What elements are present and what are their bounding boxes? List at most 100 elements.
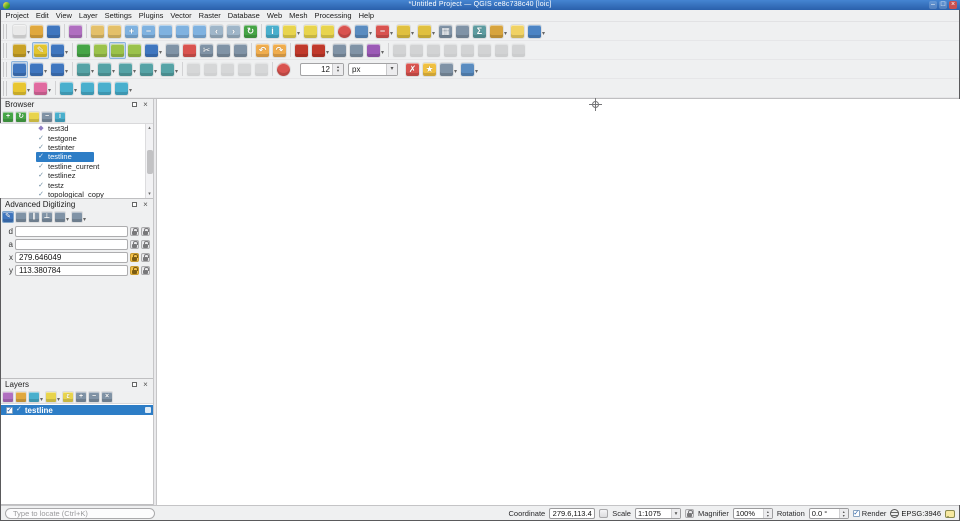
zoom-next-icon[interactable]: ›	[225, 23, 242, 40]
size-spinbox[interactable]: 12 ▴▾	[300, 63, 344, 76]
statistical-summary-icon[interactable]: Σ	[471, 23, 488, 40]
processing-options-icon[interactable]	[353, 23, 374, 40]
magnifier-spinbox[interactable]: 100% ▴▾	[733, 508, 773, 519]
menu-mesh[interactable]: Mesh	[286, 10, 311, 21]
move-feature-icon[interactable]	[185, 61, 202, 78]
layer-diagram-icon[interactable]	[32, 80, 53, 97]
add-record-icon[interactable]	[75, 42, 92, 59]
field-calculator-icon[interactable]	[454, 23, 471, 40]
snapping-on-intersection-icon[interactable]	[348, 42, 365, 59]
vertex-tool-icon[interactable]	[143, 42, 164, 59]
close-panel-icon[interactable]: ×	[141, 380, 150, 389]
cancel-shape-icon[interactable]: ✗	[404, 61, 421, 78]
float-panel-icon[interactable]	[130, 380, 139, 389]
menu-project[interactable]: Project	[2, 10, 32, 21]
undo-icon[interactable]: ↶	[254, 42, 271, 59]
browser-scrollbar[interactable]: ▴ ▾	[145, 124, 153, 198]
map-canvas[interactable]	[157, 99, 960, 505]
rotate-feature-icon[interactable]	[476, 42, 493, 59]
select-by-value-icon[interactable]	[302, 23, 319, 40]
scrollbar-thumb[interactable]	[147, 150, 153, 174]
add-point-feature-icon[interactable]	[92, 42, 109, 59]
add-line-feature-icon[interactable]	[109, 42, 126, 59]
pan-map-icon[interactable]	[89, 23, 106, 40]
repeat-lock-y-icon[interactable]	[141, 266, 150, 275]
scale-lock-icon[interactable]	[685, 509, 694, 518]
circle-tool-icon[interactable]	[96, 61, 117, 78]
favorites-icon[interactable]: ★	[421, 61, 438, 78]
style-manager-icon[interactable]	[67, 23, 84, 40]
refresh-browser-icon[interactable]: ↻	[15, 111, 27, 123]
zoom-in-icon[interactable]: +	[123, 23, 140, 40]
deselect-all-icon[interactable]	[319, 23, 336, 40]
clear-results-icon[interactable]: −	[374, 23, 395, 40]
paste-features-icon[interactable]	[232, 42, 249, 59]
redo-icon[interactable]: ↷	[271, 42, 288, 59]
select-by-radius-icon[interactable]	[416, 23, 437, 40]
select-features-icon[interactable]	[281, 23, 302, 40]
y-input[interactable]: 113.380784	[15, 265, 128, 276]
svg-annotation-icon[interactable]	[113, 80, 134, 97]
menu-help[interactable]: Help	[355, 10, 377, 21]
toggle-editing-icon[interactable]: ✎	[32, 42, 49, 59]
regular-polygon-icon[interactable]	[159, 61, 180, 78]
stream-digitizing-icon[interactable]	[49, 61, 70, 78]
scale-combo[interactable]: 1:1075 ▾	[635, 508, 681, 519]
collapse-all-layers-icon[interactable]: −	[88, 391, 100, 403]
digitize-with-curve-icon[interactable]	[28, 61, 49, 78]
open-layer-styling-icon[interactable]	[2, 391, 14, 403]
map-tips-icon[interactable]	[509, 23, 526, 40]
locator-input[interactable]	[5, 508, 155, 519]
filter-browser-icon[interactable]	[28, 111, 40, 123]
minimize-icon[interactable]: –	[929, 1, 937, 9]
angle-input[interactable]	[15, 239, 128, 250]
maximize-icon[interactable]: □	[939, 1, 947, 9]
close-icon[interactable]: ×	[949, 1, 957, 9]
more-digitizing-tools-icon[interactable]	[459, 61, 480, 78]
snapping-type-icon[interactable]	[310, 42, 331, 59]
close-panel-icon[interactable]: ×	[141, 100, 150, 109]
digitize-with-segment-icon[interactable]	[11, 61, 28, 78]
dropdown-caret-icon[interactable]: ▾	[671, 509, 680, 518]
layer-visibility-checkbox[interactable]: ✓	[6, 407, 13, 414]
refresh-map-icon[interactable]: ↻	[242, 23, 259, 40]
zoom-full-icon[interactable]	[157, 23, 174, 40]
repeat-lock-angle-icon[interactable]	[141, 240, 150, 249]
zoom-last-icon[interactable]: ‹	[208, 23, 225, 40]
menu-layer[interactable]: Layer	[75, 10, 101, 21]
delete-selected-icon[interactable]	[181, 42, 198, 59]
new-project-icon[interactable]	[11, 23, 28, 40]
float-panel-icon[interactable]	[130, 200, 139, 209]
menu-settings[interactable]: Settings	[101, 10, 135, 21]
trim-extend-icon[interactable]	[236, 61, 253, 78]
parallel-constraint-icon[interactable]: ∥	[28, 211, 40, 223]
menu-view[interactable]: View	[52, 10, 75, 21]
cut-features-icon[interactable]: ✂	[198, 42, 215, 59]
enable-tracing-icon[interactable]	[365, 42, 386, 59]
open-project-icon[interactable]	[28, 23, 45, 40]
merge-features-icon[interactable]	[459, 42, 476, 59]
open-attribute-table-icon[interactable]: ▦	[437, 23, 454, 40]
remove-layer-icon[interactable]: ×	[101, 391, 113, 403]
extents-toggle-icon[interactable]	[599, 509, 608, 518]
add-polygon-feature-icon[interactable]	[126, 42, 143, 59]
repeat-lock-x-icon[interactable]	[141, 253, 150, 262]
enable-snapping-icon[interactable]	[293, 42, 310, 59]
browser-item-test3d[interactable]: ◆ test3d	[0, 124, 145, 133]
identify-features-icon[interactable]: i	[264, 23, 281, 40]
messages-icon[interactable]	[945, 510, 955, 518]
lock-angle-icon[interactable]	[130, 240, 139, 249]
zoom-to-layer-icon[interactable]	[191, 23, 208, 40]
close-panel-icon[interactable]: ×	[141, 200, 150, 209]
unit-combo[interactable]: px ▾	[348, 63, 398, 76]
current-edits-icon[interactable]	[11, 42, 32, 59]
filter-by-expression-icon[interactable]: ε	[62, 391, 74, 403]
select-by-form-icon[interactable]	[395, 23, 416, 40]
menu-plugins[interactable]: Plugins	[135, 10, 167, 21]
rotation-spinbox[interactable]: 0.0 ° ▴▾	[809, 508, 849, 519]
size-spinbox-value[interactable]: 12	[301, 64, 332, 75]
x-input[interactable]: 279.646049	[15, 252, 128, 263]
construction-mode-icon[interactable]	[15, 211, 27, 223]
snap-to-common-angles-icon[interactable]	[54, 211, 70, 223]
zoom-to-selection-icon[interactable]	[174, 23, 191, 40]
